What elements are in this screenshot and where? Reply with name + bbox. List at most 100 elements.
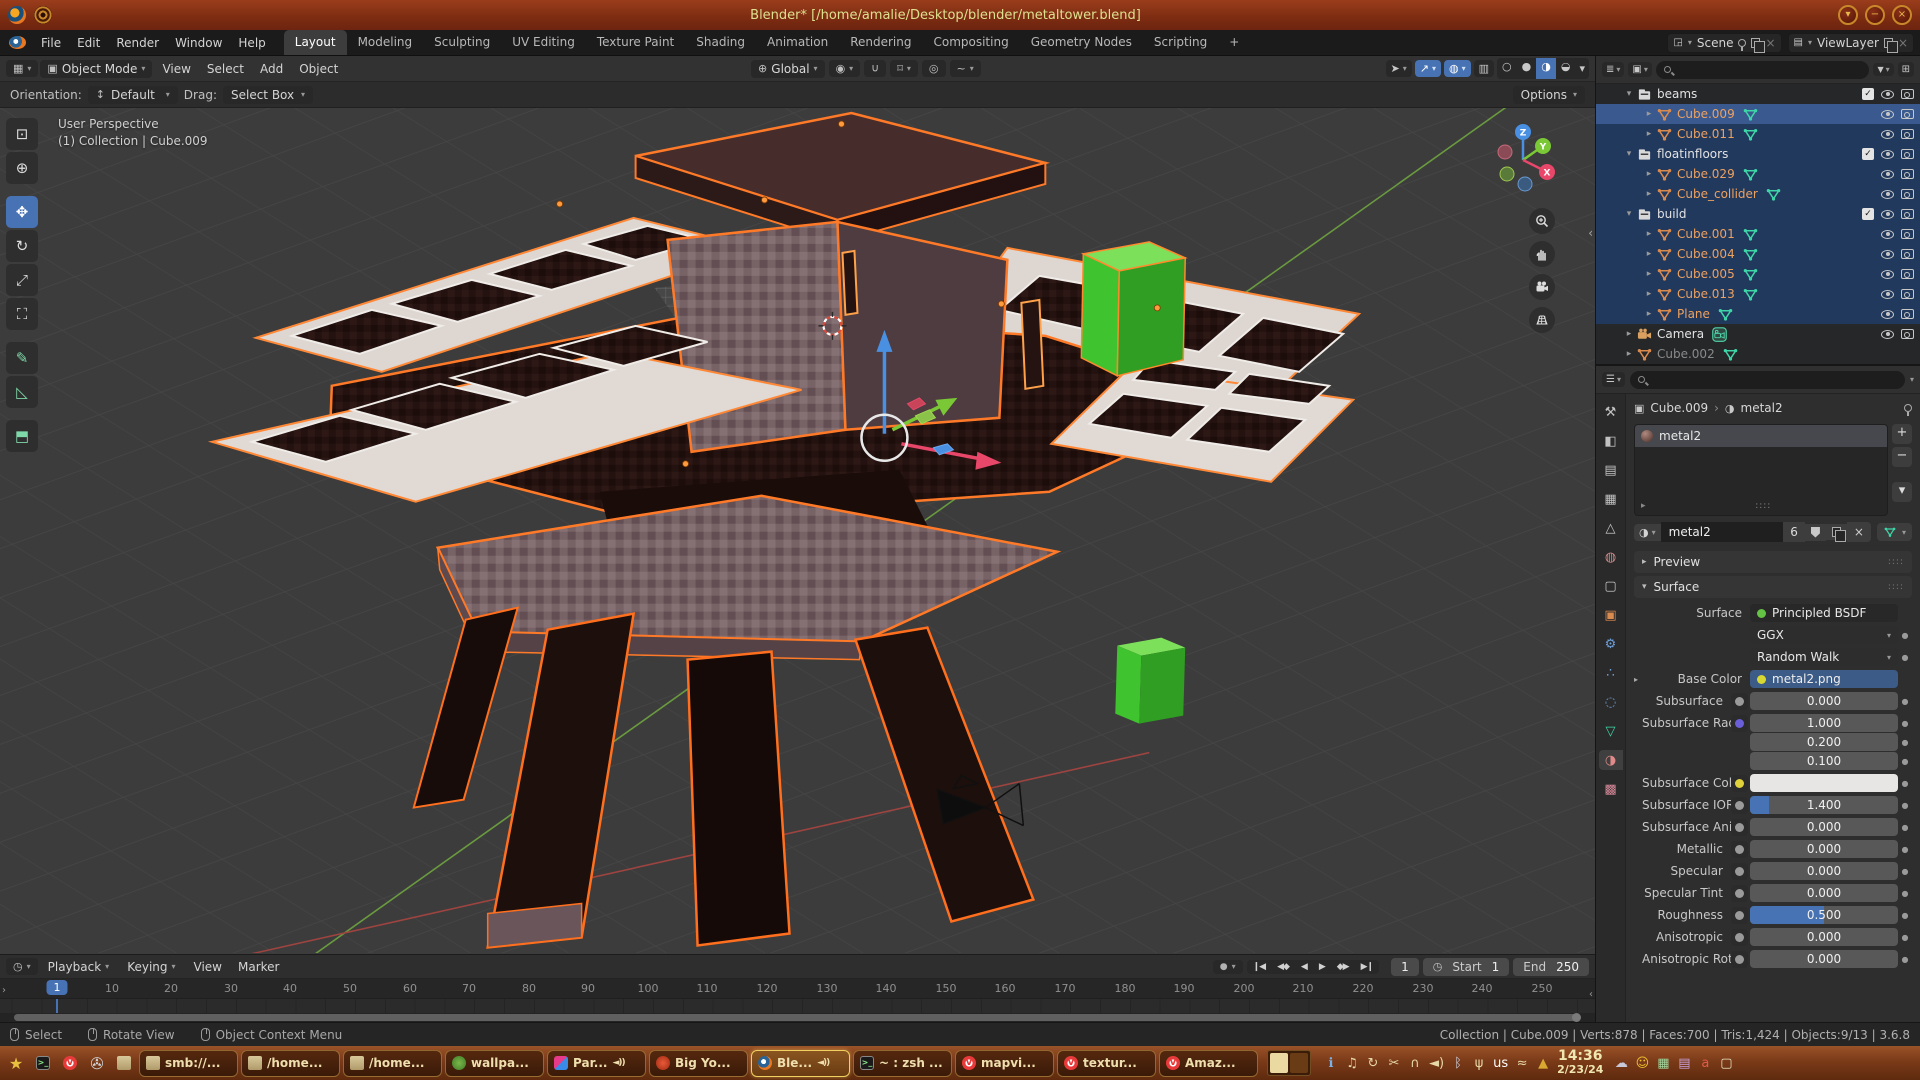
tray-icon[interactable]: a [1698,1056,1712,1071]
clock[interactable]: 14:36 2/23/24 [1557,1050,1603,1076]
outliner-row[interactable]: ▸ Cube.004 ✓ [1596,244,1920,264]
disable-render-toggle[interactable] [1901,249,1914,259]
expander-icon[interactable]: ▾ [1622,149,1636,159]
properties-tab[interactable]: ▣ [1599,605,1623,625]
outliner-row[interactable]: ▸ Cube.013 ✓ [1596,284,1920,304]
input-socket-button[interactable] [1731,819,1748,836]
xray-toggle[interactable]: ▥ [1474,60,1494,77]
snap-target-dropdown[interactable]: ⌑ ▾ [890,60,918,77]
copy-icon[interactable] [1884,38,1893,48]
disable-render-toggle[interactable] [1901,129,1914,139]
tray-icon[interactable]: ◄) [1429,1056,1444,1071]
outliner-row[interactable]: ▾ beams ✓ [1596,84,1920,104]
animate-dot[interactable]: ● [1898,933,1912,942]
properties-tab[interactable]: ▤ [1599,460,1623,480]
taskbar-window-button[interactable]: wallpa... ◄)) [445,1050,544,1077]
animate-dot[interactable]: ● [1898,955,1912,964]
hide-eye-toggle[interactable] [1881,210,1894,219]
minimize-button[interactable]: − [1865,5,1885,25]
workspace-pager[interactable] [1267,1050,1311,1076]
editor-type-button[interactable]: ▦ ▾ [6,60,38,77]
users-count-button[interactable]: 6 [1783,522,1805,542]
expander-icon[interactable]: ▸ [1642,169,1656,179]
playback-button[interactable]: ◀◆ [1271,960,1295,974]
material-slot-list[interactable]: metal2 ▸ :::: [1634,424,1888,516]
outliner-display-mode-button[interactable]: ≣ ▾ [1602,62,1624,77]
properties-tab[interactable]: ⚒ [1599,402,1623,422]
input-socket-button[interactable] [1731,907,1748,924]
outliner-item-name[interactable]: beams [1657,87,1697,101]
workspace-tab[interactable]: Scripting [1143,30,1218,55]
shading-mode-switch[interactable]: ○ ● ◑ ◒ ▾ [1497,58,1589,79]
breadcrumb-object[interactable]: Cube.009 [1650,401,1708,415]
workspace-tab[interactable]: Texture Paint [586,30,685,55]
transform-orientation-dropdown[interactable]: ⊕ Global ▾ [751,60,825,78]
transform-tool[interactable]: ⛶ [6,298,38,330]
tray-icon[interactable]: ▢ [1719,1056,1733,1071]
browse-material-button[interactable]: ◑ ▾ [1634,524,1661,541]
taskbar-window-button[interactable]: V mapvi... ◄)) [955,1050,1054,1077]
disable-render-toggle[interactable] [1901,229,1914,239]
sidebar-collapse-handle[interactable]: ‹ [1588,226,1593,240]
tray-icon[interactable]: ℹ [1324,1056,1338,1071]
outliner-row[interactable]: ▸ Cube.009 ✓ [1596,104,1920,124]
tray-icon[interactable]: ∩ [1408,1056,1422,1071]
navigation-gizmo[interactable]: Z Y X [1485,122,1561,198]
expander-icon[interactable]: ▸ [1642,109,1656,119]
tray-icon[interactable]: ▲ [1536,1056,1550,1071]
grid-perspective-button[interactable] [1529,307,1555,333]
copy-icon[interactable] [1751,38,1760,48]
timeline-scroll-thumb[interactable] [14,1014,1577,1021]
timeline-menu[interactable]: Playback▾ [40,957,118,977]
value-slider[interactable]: 0.100 [1750,752,1898,770]
outliner-item-name[interactable]: Cube.009 [1677,107,1735,121]
disable-render-toggle[interactable] [1901,109,1914,119]
taskbar-window-button[interactable]: Big Yo... ◄)) [649,1050,748,1077]
properties-tab[interactable]: ◍ [1599,547,1623,567]
pin-icon[interactable] [1904,404,1912,412]
collection-checkbox[interactable]: ✓ [1862,208,1874,220]
texture-link-button[interactable]: metal2.png [1750,670,1898,688]
titlebar[interactable]: Blender* [/home/amalie/Desktop/blender/m… [0,0,1920,30]
animate-dot[interactable]: ● [1898,653,1912,662]
shade-button[interactable]: ▾ [1838,5,1858,25]
new-material-button[interactable] [1826,524,1847,540]
animate-dot[interactable]: ● [1898,757,1912,766]
tray-icon[interactable]: ✂ [1387,1056,1401,1071]
workspace-tab[interactable]: Layout [284,30,347,55]
orientation-dropdown[interactable]: ↕ Default ▾ [88,86,178,104]
animate-dot[interactable]: ● [1898,801,1912,810]
expander-icon[interactable]: ▾ [1622,89,1636,99]
timeline-menu[interactable]: Marker [230,957,287,977]
expander-icon[interactable]: ▸ [1642,189,1656,199]
taskbar-window-button[interactable]: Par... ◄)) [547,1050,646,1077]
hide-eye-toggle[interactable] [1881,90,1894,99]
outliner-row[interactable]: ▾ floatinfloors ✓ [1596,144,1920,164]
unlink-material-button[interactable]: × [1847,522,1871,542]
animate-dot[interactable]: ● [1898,738,1912,747]
outliner-item-name[interactable]: Cube.005 [1677,267,1735,281]
viewport-menu-item[interactable]: Object [291,59,346,79]
tray-icon[interactable]: ↻ [1366,1056,1380,1071]
outliner-item-name[interactable]: floatinfloors [1657,147,1728,161]
disable-render-toggle[interactable] [1901,169,1914,179]
taskbar-window-button[interactable]: /home... ◄)) [241,1050,340,1077]
move-tool[interactable]: ✥ [6,196,38,228]
breadcrumb-material[interactable]: metal2 [1741,401,1783,415]
terminal-launcher-icon[interactable]: >_ [31,1051,55,1075]
scene-selector[interactable]: ◲ ▾ Scene × [1667,33,1781,53]
playback-button[interactable]: ◀ [1295,960,1313,974]
annotate-tool[interactable]: ✎ [6,342,38,374]
disable-render-toggle[interactable] [1901,89,1914,99]
disable-render-toggle[interactable] [1901,289,1914,299]
value-slider[interactable]: 0.500 [1750,906,1898,924]
properties-search-input[interactable] [1630,371,1905,389]
viewport-menu-item[interactable]: Select [199,59,252,79]
scale-tool[interactable]: ⤢ [6,264,38,296]
outliner-item-name[interactable]: Camera [1657,327,1704,341]
pager-desktop-2[interactable] [1290,1053,1308,1073]
tray-icon[interactable]: ☺ [1635,1056,1649,1071]
timeline-menu[interactable]: View [186,957,230,977]
cursor-tool[interactable]: ⊕ [6,152,38,184]
enum-dropdown[interactable]: Random Walk ▾ [1750,648,1898,666]
